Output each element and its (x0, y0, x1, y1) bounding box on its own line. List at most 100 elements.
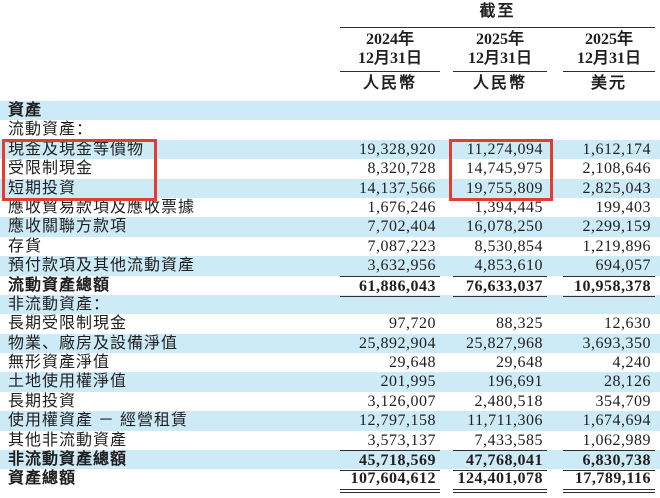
row-value-2025-usd: 4,240 (563, 353, 655, 372)
row-value-2025-rmb: 88,325 (453, 314, 547, 333)
row-value-2025-rmb (453, 120, 547, 139)
row-label: 其他非流動資產 (0, 431, 340, 450)
row-label: 非流動資產： (0, 295, 340, 314)
row-label: 土地使用權淨值 (0, 372, 340, 391)
row-value-2025-usd: 199,403 (563, 198, 655, 217)
header-caption: 截至 (340, 0, 655, 28)
row-value-2024-rmb: 19,328,920 (340, 140, 440, 159)
row-value-2025-rmb (453, 101, 547, 120)
row-value-2025-rmb: 8,530,854 (453, 237, 547, 256)
row-value-2025-usd: 1,062,989 (563, 431, 655, 450)
row-value-2025-usd: 17,789,116 (563, 469, 655, 492)
row-value-2025-rmb: 25,827,968 (453, 334, 547, 353)
table-row: 非流動資產總額 45,718,569 47,768,041 6,830,738 (0, 450, 660, 469)
row-value-2025-rmb: 16,078,250 (453, 217, 547, 236)
column-header-currency-rmb-2025: 人民幣 (453, 72, 547, 96)
column-header-year-2024: 2024年 (340, 28, 440, 51)
row-value-2024-rmb: 201,995 (340, 372, 440, 391)
row-value-2025-usd (563, 295, 655, 314)
row-value-2024-rmb: 7,702,404 (340, 217, 440, 236)
row-label: 應收關聯方款項 (0, 217, 340, 236)
row-label: 預付款項及其他流動資產 (0, 256, 340, 275)
row-value-2024-rmb (340, 101, 440, 120)
row-value-2024-rmb (340, 120, 440, 139)
row-value-2025-rmb: 11,711,306 (453, 411, 547, 430)
row-label: 存貨 (0, 237, 340, 256)
row-value-2024-rmb: 97,720 (340, 314, 440, 333)
row-value-2025-usd: 2,299,159 (563, 217, 655, 236)
row-label: 物業、廠房及設備淨值 (0, 334, 340, 353)
row-value-2025-rmb: 124,401,078 (453, 469, 547, 492)
row-value-2025-usd: 2,825,043 (563, 179, 655, 198)
row-value-2025-usd: 10,958,378 (563, 276, 655, 297)
row-value-2025-rmb: 47,768,041 (453, 450, 547, 471)
row-label: 資產總額 (0, 469, 340, 492)
row-label: 流動資產總額 (0, 276, 340, 297)
row-value-2025-usd: 1,219,896 (563, 237, 655, 256)
row-value-2024-rmb: 14,137,566 (340, 179, 440, 198)
column-header-date-2025-usd: 12月31日 (563, 49, 655, 72)
row-value-2025-usd: 6,830,738 (563, 450, 655, 471)
table-row: 預付款項及其他流動資產 3,632,956 4,853,610 694,057 (0, 256, 660, 275)
column-header-year-2025-rmb: 2025年 (453, 28, 547, 51)
highlight-box-current-asset-labels (2, 139, 157, 201)
table-row: 物業、廠房及設備淨值 25,892,904 25,827,968 3,693,3… (0, 334, 660, 353)
row-value-2025-usd (563, 101, 655, 120)
row-value-2025-usd: 2,108,646 (563, 159, 655, 178)
row-value-2025-rmb: 7,433,585 (453, 431, 547, 450)
table-row: 流動資產總額 61,886,043 76,633,037 10,958,378 (0, 276, 660, 295)
table-header-caption-row: 截至 (0, 0, 660, 28)
column-header-currency-rmb-2024: 人民幣 (340, 72, 440, 96)
row-value-2024-rmb: 29,648 (340, 353, 440, 372)
column-header-currency-usd-2025: 美元 (563, 72, 655, 96)
table-row: 應收關聯方款項 7,702,404 16,078,250 2,299,159 (0, 217, 660, 236)
table-row: 流動資產： (0, 120, 660, 139)
table-header-year-row: 2024年 2025年 2025年 (0, 28, 660, 49)
table-header-date-row: 12月31日 12月31日 12月31日 (0, 49, 660, 72)
table-row: 使用權資產 － 經營租賃 12,797,158 11,711,306 1,674… (0, 411, 660, 430)
row-value-2024-rmb: 3,573,137 (340, 431, 440, 450)
row-value-2024-rmb: 12,797,158 (340, 411, 440, 430)
row-value-2024-rmb: 1,676,246 (340, 198, 440, 217)
row-label: 長期投資 (0, 392, 340, 411)
row-value-2025-usd: 28,126 (563, 372, 655, 391)
table-row: 無形資產淨值 29,648 29,648 4,240 (0, 353, 660, 372)
row-value-2024-rmb: 45,718,569 (340, 450, 440, 471)
row-value-2024-rmb: 7,087,223 (340, 237, 440, 256)
table-row: 存貨 7,087,223 8,530,854 1,219,896 (0, 237, 660, 256)
table-row: 其他非流動資產 3,573,137 7,433,585 1,062,989 (0, 431, 660, 450)
financial-statement-page: 截至 2024年 2025年 2025年 12月31日 12月31日 12月31… (0, 0, 660, 498)
row-value-2024-rmb: 3,632,956 (340, 256, 440, 275)
row-value-2025-rmb: 2,480,518 (453, 392, 547, 411)
row-value-2025-rmb: 29,648 (453, 353, 547, 372)
table-row: 長期投資 3,126,007 2,480,518 354,709 (0, 392, 660, 411)
row-value-2025-usd: 354,709 (563, 392, 655, 411)
row-value-2025-usd: 3,693,350 (563, 334, 655, 353)
row-value-2024-rmb: 61,886,043 (340, 276, 440, 297)
table-row: 資產總額 107,604,612 124,401,078 17,789,116 (0, 469, 660, 488)
row-value-2025-rmb: 196,691 (453, 372, 547, 391)
table-row: 資產 (0, 101, 660, 120)
column-header-date-2024: 12月31日 (340, 49, 440, 72)
table-row: 長期受限制現金 97,720 88,325 12,630 (0, 314, 660, 333)
row-label: 非流動資產總額 (0, 450, 340, 471)
row-value-2025-usd: 1,674,694 (563, 411, 655, 430)
row-label: 長期受限制現金 (0, 314, 340, 333)
row-value-2024-rmb: 107,604,612 (340, 469, 440, 492)
row-label: 無形資產淨值 (0, 353, 340, 372)
row-value-2024-rmb (340, 295, 440, 314)
row-label: 流動資產： (0, 120, 340, 139)
row-value-2025-rmb (453, 295, 547, 314)
row-value-2024-rmb: 3,126,007 (340, 392, 440, 411)
highlight-box-2025-rmb-values (449, 139, 553, 201)
row-value-2025-usd: 694,057 (563, 256, 655, 275)
column-header-year-2025-usd: 2025年 (563, 28, 655, 51)
row-value-2025-usd (563, 120, 655, 139)
row-value-2024-rmb: 25,892,904 (340, 334, 440, 353)
row-value-2024-rmb: 8,320,728 (340, 159, 440, 178)
table-header-currency-row: 人民幣 人民幣 美元 (0, 72, 660, 96)
row-value-2025-rmb: 4,853,610 (453, 256, 547, 275)
row-label: 資產 (0, 101, 340, 120)
row-value-2025-rmb: 76,633,037 (453, 276, 547, 297)
column-header-date-2025-rmb: 12月31日 (453, 49, 547, 72)
